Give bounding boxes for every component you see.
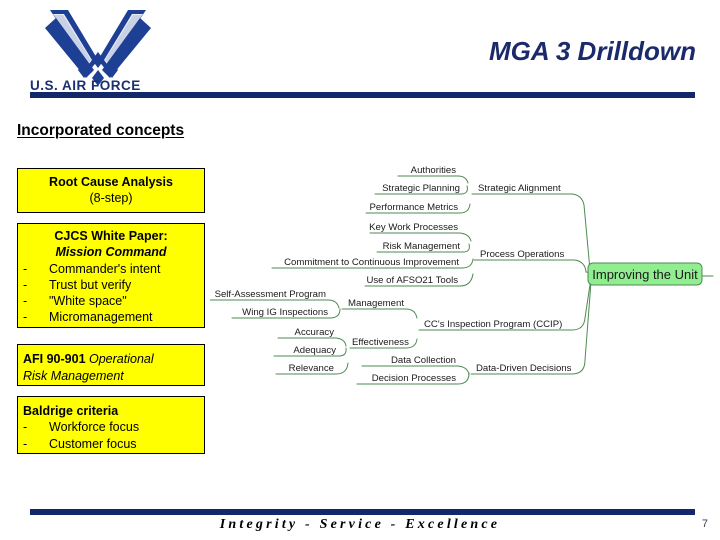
af-wordmark: U.S. AIR FORCE — [30, 78, 141, 93]
concept-subtitle: (8-step) — [89, 191, 133, 206]
mindmap-mid-ccip: CC's Inspection Program (CCIP) — [424, 319, 562, 330]
afi-title-line2: Risk Management — [23, 368, 124, 383]
list-item-label: Commander's intent — [49, 261, 161, 276]
mindmap-leaf-self-assessment-program: Self-Assessment Program — [215, 289, 326, 300]
footer-motto: Integrity - Service - Excellence — [219, 517, 501, 532]
list-item: - Micromanagement — [18, 309, 204, 325]
list-item: - Trust but verify — [18, 277, 204, 293]
concept-title: Root Cause Analysis — [49, 175, 173, 189]
concept-title: Baldrige criteria — [23, 404, 119, 418]
mindmap-mid-strategic-alignment: Strategic Alignment — [478, 183, 561, 194]
mindmap-mid-management: Management — [348, 298, 404, 309]
mindmap-leaf-commitment-continuous-improvement: Commitment to Continuous Improvement — [284, 257, 459, 268]
afi-title-italic: Operational — [85, 352, 154, 366]
mindmap-leaf-adequacy: Adequacy — [293, 345, 336, 356]
mindmap-leaf-afso21-tools: Use of AFSO21 Tools — [366, 275, 458, 286]
concept-box-root-cause-analysis: Root Cause Analysis (8-step) — [17, 168, 205, 213]
page-title: MGA 3 Drilldown — [488, 36, 696, 66]
afi-number: AFI 90-901 — [23, 352, 86, 366]
concept-box-baldrige-criteria: Baldrige criteria - Workforce focus - Cust… — [17, 396, 205, 454]
bullet-dash: - — [23, 436, 28, 451]
concept-title: AFI 90-901 Operational — [18, 351, 204, 368]
list-item-label: Workforce focus — [49, 420, 140, 435]
mindmap-leaf-key-work-processes: Key Work Processes — [369, 222, 458, 233]
bullet-dash: - — [23, 294, 28, 308]
list-item: - "White space" — [18, 293, 204, 309]
mindmap-leaf-authorities: Authorities — [411, 165, 457, 176]
concept-box-afi-90-901: AFI 90-901 Operational Risk Management — [17, 344, 205, 386]
bullet-dash: - — [23, 261, 28, 276]
concept-title: CJCS White Paper: — [54, 229, 168, 243]
mindmap-leaf-accuracy: Accuracy — [295, 327, 335, 338]
bullet-dash: - — [23, 277, 28, 292]
mindmap-leaf-wing-ig-inspections: Wing IG Inspections — [242, 307, 328, 318]
list-item-label: Customer focus — [49, 436, 137, 451]
mindmap-leaf-risk-management: Risk Management — [383, 241, 461, 252]
mindmap-mid-effectiveness: Effectiveness — [352, 337, 409, 348]
footer-divider — [30, 509, 695, 515]
mindmap-root-node: Improving the Unit — [587, 262, 703, 286]
mindmap-leaf-performance-metrics: Performance Metrics — [370, 202, 459, 213]
concept-box-cjcs-white-paper: CJCS White Paper: Mission Command - Comma… — [17, 223, 205, 328]
mindmap-leaf-strategic-planning: Strategic Planning — [382, 183, 460, 194]
list-item-label: Trust but verify — [49, 277, 132, 292]
bullet-dash: - — [23, 420, 28, 435]
bullet-dash: - — [23, 310, 28, 325]
mindmap-mid-data-driven-decisions: Data-Driven Decisions — [476, 363, 572, 374]
list-item: - Commander's intent — [18, 261, 204, 277]
mindmap-leaf-data-collection: Data Collection — [391, 355, 456, 366]
list-item-label: "White space" — [49, 294, 127, 308]
mindmap-mid-process-operations: Process Operations — [480, 249, 564, 260]
list-item: - Customer focus — [18, 436, 204, 452]
mindmap-root-label: Improving the Unit — [592, 267, 698, 282]
mindmap-diagram: Improving the Unit Authorities Strategic… — [210, 158, 720, 393]
mindmap-leaf-decision-processes: Decision Processes — [372, 373, 456, 384]
concept-subtitle: Mission Command — [55, 245, 167, 260]
list-item: - Workforce focus — [18, 419, 204, 435]
list-item-label: Micromanagement — [49, 310, 153, 325]
mindmap-leaf-relevance: Relevance — [289, 363, 334, 374]
header-divider — [30, 92, 695, 98]
page-number: 7 — [701, 518, 708, 530]
section-heading: Incorporated concepts — [17, 122, 185, 139]
